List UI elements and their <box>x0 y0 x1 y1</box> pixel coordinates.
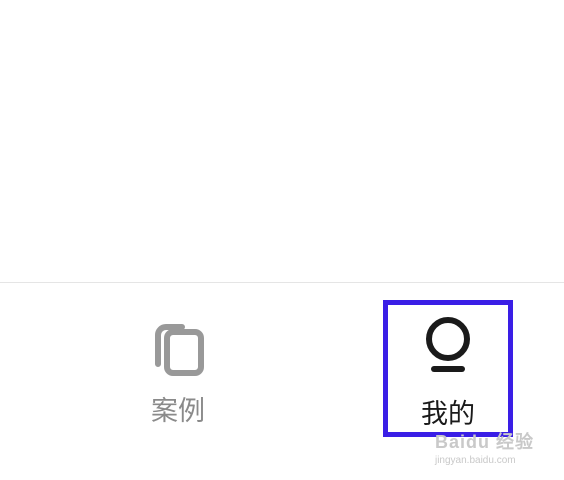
tab-me-label: 我的 <box>421 399 475 430</box>
app-screen: 案例 我的 Baidu 经验 jingyan.baidu.com <box>0 0 564 480</box>
bottom-tab-bar: 案例 我的 <box>0 282 564 480</box>
profile-icon <box>426 317 470 372</box>
tab-cases-label: 案例 <box>151 396 205 427</box>
tab-cases[interactable]: 案例 <box>118 313 238 443</box>
cases-icon <box>155 324 204 376</box>
content-area <box>0 0 564 282</box>
tab-me[interactable]: 我的 <box>386 304 510 435</box>
